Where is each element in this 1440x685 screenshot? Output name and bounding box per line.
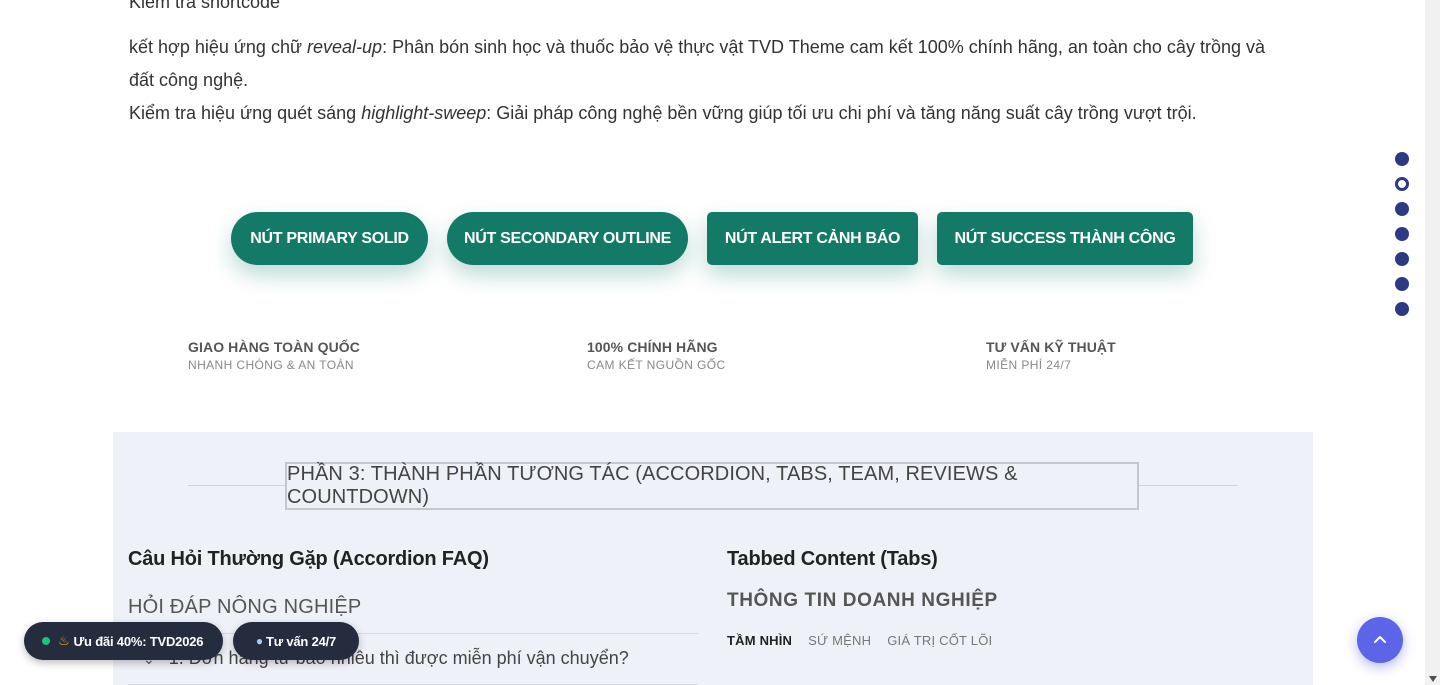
fire-icon: ♨: [58, 633, 70, 648]
chat-bubble-icon: ●: [255, 634, 263, 648]
faq-heading: HỎI ĐÁP NÔNG NGHIỆP: [128, 596, 362, 618]
feature-title: 100% CHÍNH HÃNG: [587, 339, 718, 355]
dot-nav-item[interactable]: [1395, 227, 1409, 241]
tab-bar: TẦM NHÌN SỨ MỆNH GIÁ TRỊ CỐT LÕI: [727, 633, 992, 648]
scrollbar[interactable]: [1425, 0, 1440, 685]
dot-nav-item-active[interactable]: [1395, 177, 1409, 191]
intro-text: Kiểm tra shortcode kết hợp hiệu ứng chữ …: [129, 0, 1289, 130]
feature-subtitle: NHANH CHÓNG & AN TOÀN: [188, 358, 354, 372]
feature-title: TƯ VẤN KỸ THUẬT: [986, 339, 1116, 355]
sweep-suffix: : Giải pháp công nghệ bền vững giúp tối …: [486, 103, 1197, 123]
section-title: PHẦN 3: THÀNH PHẦN TƯƠNG TÁC (ACCORDION,…: [285, 462, 1139, 510]
online-dot-icon: [42, 637, 50, 645]
chat-label: Tư vấn 24/7: [265, 633, 337, 649]
tabs-heading: THÔNG TIN DOANH NGHIỆP: [727, 590, 998, 611]
page: Kiểm tra shortcode kết hợp hiệu ứng chữ …: [0, 0, 1425, 685]
tab-core-values[interactable]: GIÁ TRỊ CỐT LÕI: [887, 633, 992, 648]
scroll-down-arrow-icon[interactable]: [1429, 676, 1437, 682]
dot-nav-item[interactable]: [1395, 202, 1409, 216]
faq-column-title: Câu Hỏi Thường Gặp (Accordion FAQ): [128, 548, 489, 570]
alert-button[interactable]: NÚT ALERT CẢNH BÁO: [707, 212, 918, 265]
promo-label: Ưu đãi 40%: TVD2026: [73, 633, 204, 649]
reveal-up-term: reveal-up: [307, 37, 383, 57]
dot-nav-item[interactable]: [1395, 302, 1409, 316]
reveal-up-paragraph: kết hợp hiệu ứng chữ reveal-up: Phân bón…: [129, 31, 1289, 97]
tabs-column-title: Tabbed Content (Tabs): [727, 548, 938, 570]
button-row: NÚT PRIMARY SOLID NÚT SECONDARY OUTLINE …: [231, 212, 1193, 265]
tab-vision[interactable]: TẦM NHÌN: [727, 633, 792, 648]
tab-mission[interactable]: SỨ MỆNH: [808, 633, 871, 648]
feature-subtitle: MIỄN PHÍ 24/7: [986, 358, 1072, 372]
dot-nav-item[interactable]: [1395, 152, 1409, 166]
feature-authentic: 100% CHÍNH HÃNG CAM KẾT NGUỒN GỐC: [587, 338, 726, 374]
section-dot-nav: [1395, 152, 1411, 327]
sweep-prefix: Kiểm tra hiệu ứng quét sáng: [129, 103, 362, 123]
back-to-top-button[interactable]: [1357, 617, 1403, 663]
feature-title: GIAO HÀNG TOÀN QUỐC: [188, 339, 360, 355]
highlight-sweep-term: highlight-sweep: [361, 103, 487, 123]
success-button[interactable]: NÚT SUCCESS THÀNH CÔNG: [937, 212, 1193, 265]
dot-nav-item[interactable]: [1395, 252, 1409, 266]
highlight-sweep-paragraph: Kiểm tra hiệu ứng quét sáng highlight-sw…: [129, 97, 1289, 130]
secondary-outline-button[interactable]: NÚT SECONDARY OUTLINE: [447, 212, 688, 265]
chat-floating-button[interactable]: ● Tư vấn 24/7: [233, 622, 359, 660]
chevron-up-icon: [1374, 636, 1386, 643]
reveal-prefix: kết hợp hiệu ứng chữ: [129, 37, 308, 57]
feature-consulting: TƯ VẤN KỸ THUẬT MIỄN PHÍ 24/7: [986, 338, 1116, 374]
promo-floating-button[interactable]: ♨ Ưu đãi 40%: TVD2026: [24, 622, 223, 660]
primary-solid-button[interactable]: NÚT PRIMARY SOLID: [231, 212, 428, 265]
feature-subtitle: CAM KẾT NGUỒN GỐC: [587, 358, 726, 372]
shortcode-check-line: Kiểm tra shortcode: [129, 0, 281, 12]
dot-nav-item[interactable]: [1395, 277, 1409, 291]
feature-shipping: GIAO HÀNG TOÀN QUỐC NHANH CHÓNG & AN TOÀ…: [188, 338, 360, 374]
